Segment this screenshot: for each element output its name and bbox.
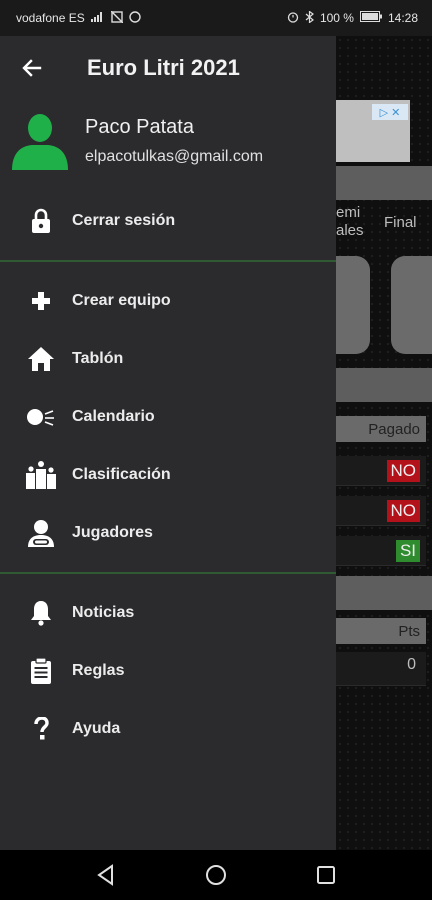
menu-item-label: Calendario	[72, 408, 155, 425]
user-email: elpacotulkas@gmail.com	[85, 148, 264, 165]
alarm-icon	[287, 11, 299, 26]
status-badge: NO	[386, 460, 420, 482]
player-icon	[24, 519, 58, 547]
menu-item-label: Tablón	[72, 350, 124, 367]
signal-icon	[90, 11, 105, 25]
match-card-right[interactable]	[391, 256, 432, 354]
menu-item-crear-equipo[interactable]: Crear equipo	[0, 272, 336, 330]
plus-icon	[24, 287, 58, 315]
circle-home-icon	[206, 865, 226, 885]
status-badge: SI	[395, 540, 420, 562]
points-value: 0	[407, 656, 416, 673]
menu-item-ayuda[interactable]: Ayuda	[0, 700, 336, 758]
table-row: SI	[336, 536, 426, 566]
tab-semifinal[interactable]: emi ales	[336, 204, 364, 240]
menu-item-tablon[interactable]: Tablón	[0, 330, 336, 388]
drawer-title: Euro Litri 2021	[87, 55, 240, 80]
table-row: NO	[336, 456, 426, 486]
clock: 14:28	[387, 11, 418, 25]
menu-item-clasificacion[interactable]: Clasificación	[0, 446, 336, 504]
menu-item-label: Reglas	[72, 662, 125, 679]
table-row: 0	[336, 652, 426, 686]
whatsapp-icon	[129, 10, 141, 26]
square-recents-icon	[317, 866, 335, 884]
carrier-label: vodafone ES	[16, 11, 85, 25]
status-bar: vodafone ES 100 % 14:28	[0, 0, 432, 36]
status-badge: NO	[386, 500, 420, 522]
ad-choices-icon[interactable]: ▷ ✕	[372, 104, 408, 120]
battery-percent: 100 %	[319, 11, 354, 25]
pagado-column-header: Pagado	[336, 416, 426, 442]
table-row: NO	[336, 496, 426, 526]
menu-item-jugadores[interactable]: Jugadores	[0, 504, 336, 562]
section-bar	[336, 368, 432, 402]
avatar	[10, 114, 70, 175]
navigation-drawer: Euro Litri 2021 Paco Patata elpacotulkas…	[0, 36, 336, 850]
back-button[interactable]	[0, 36, 64, 100]
nav-recents-button[interactable]	[306, 855, 346, 895]
section-bar	[336, 576, 432, 610]
menu-item-calendario[interactable]: Calendario	[0, 388, 336, 446]
user-name: Paco Patata	[85, 116, 194, 138]
ball-icon	[24, 403, 58, 431]
system-navigation-bar	[0, 850, 432, 900]
menu-item-noticias[interactable]: Noticias	[0, 584, 336, 642]
app-toolbar	[336, 166, 432, 200]
nav-home-button[interactable]	[196, 855, 236, 895]
user-avatar-icon	[12, 114, 68, 170]
nav-back-button[interactable]	[86, 855, 126, 895]
tab-final[interactable]: Final	[384, 214, 417, 232]
menu-item-label: Crear equipo	[72, 292, 171, 309]
user-profile[interactable]: Paco Patata elpacotulkas@gmail.com	[0, 100, 336, 192]
question-icon	[24, 715, 58, 743]
podium-icon	[24, 461, 58, 489]
pts-column-header: Pts	[336, 618, 426, 644]
bluetooth-icon	[305, 9, 314, 26]
menu-item-reglas[interactable]: Reglas	[0, 642, 336, 700]
menu-item-label: Ayuda	[72, 720, 121, 737]
menu-item-label: Noticias	[72, 604, 135, 621]
triangle-back-icon	[97, 864, 113, 886]
battery-icon	[359, 11, 382, 25]
lock-icon	[24, 207, 58, 235]
no-sim-icon	[110, 10, 124, 26]
bell-icon	[24, 599, 58, 627]
clipboard-icon	[24, 657, 58, 685]
home-icon	[24, 345, 58, 373]
menu-item-cerrar-sesion[interactable]: Cerrar sesión	[0, 192, 336, 250]
menu-item-label: Cerrar sesión	[72, 212, 176, 229]
menu-divider	[0, 260, 336, 262]
drawer-header: Euro Litri 2021	[0, 36, 336, 100]
arrow-back-icon	[22, 59, 42, 77]
menu-item-label: Clasificación	[72, 466, 171, 483]
menu-item-label: Jugadores	[72, 524, 153, 541]
menu-divider	[0, 572, 336, 574]
